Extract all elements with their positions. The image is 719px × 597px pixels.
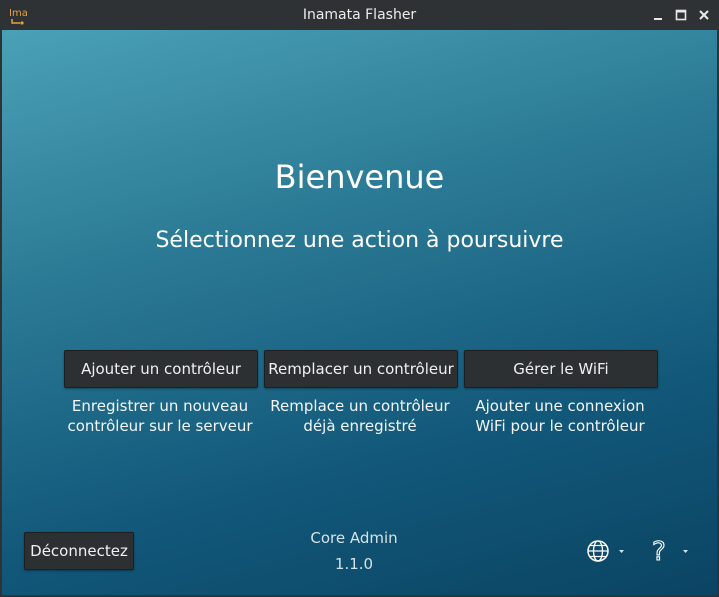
manage-wifi-description: Ajouter une connexion WiFi pour le contr…	[475, 397, 645, 435]
add-controller-button[interactable]: Ajouter un contrôleur	[64, 350, 258, 388]
manage-wifi-button[interactable]: Gérer le WiFi	[464, 350, 658, 388]
main-panel: Bienvenue Sélectionnez une action à pour…	[1, 30, 718, 596]
help-menu-button[interactable]: ?	[650, 536, 694, 564]
close-icon[interactable]	[697, 8, 711, 22]
minimize-icon[interactable]	[651, 8, 665, 22]
maximize-icon[interactable]	[674, 8, 688, 22]
chevron-down-icon	[683, 550, 688, 553]
page-subtitle: Sélectionnez une action à poursuivre	[155, 228, 564, 253]
version-label: 1.1.0	[334, 555, 374, 573]
add-controller-description: Enregistrer un nouveau contrôleur sur le…	[67, 397, 253, 435]
replace-controller-description: Remplace un contrôleur déjà enregistré	[270, 397, 450, 435]
page-title: Bienvenue	[274, 158, 445, 196]
user-role-label: Core Admin	[310, 529, 398, 547]
window-title: Inamata Flasher	[302, 7, 417, 23]
replace-controller-button[interactable]: Remplacer un contrôleur	[264, 350, 458, 388]
title-bar: Ima Inamata Flasher	[0, 0, 719, 30]
question-mark-icon: ?	[652, 537, 666, 564]
chevron-down-icon	[619, 550, 624, 553]
language-menu-button[interactable]	[585, 538, 629, 564]
logout-button[interactable]: Déconnectez	[24, 532, 134, 570]
globe-icon	[587, 540, 609, 562]
